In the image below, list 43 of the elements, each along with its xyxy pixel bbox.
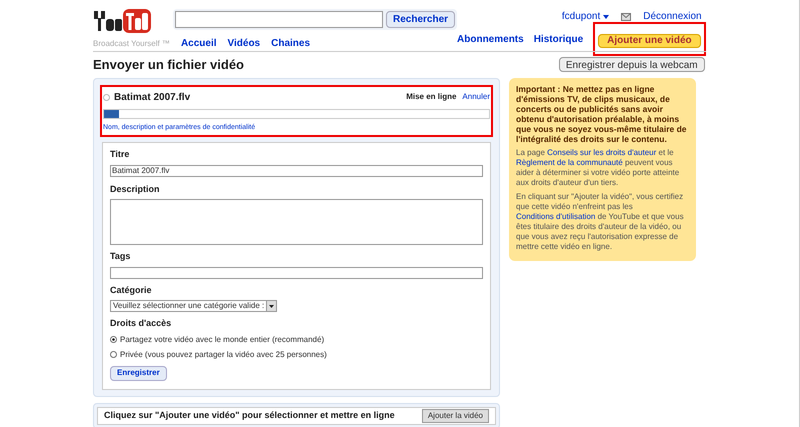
cancel-link[interactable]: Annuler [462,91,490,103]
radio-button[interactable] [110,351,117,358]
upload-status: Mise en ligne [406,91,456,103]
bottom-instruction: Cliquez sur "Ajouter une vidéo" pour sélectionner et mettre en ligne [104,408,395,422]
nav-link[interactable]: Accueil [180,36,217,51]
spinner-icon [103,94,110,100]
notice-paragraph: Important : Ne mettez pas en ligne d'émissions TV, de clips musicaux, de concerts ou de publicités sans avoir obtenu d'autorisation préalable, à moins que vous ne soyez vous-même titulaire de l'intégralité des droits sur le contenu. [516,84,688,144]
notice-paragraph: En cliquant sur "Ajouter la vidéo", vous certifiez que cette vidéo n'enfreint pas les Conditions d'utilisation de YouTube et que vous êtes titulaire des droits d'auteur de la vidéo, ou que vous avez reçu l'autorisation expresse de mettre cette vidéo en ligne. [516,192,685,252]
add-video-button[interactable]: Ajouter la vidéo [422,408,489,422]
description-field[interactable] [110,199,483,245]
radio-button[interactable] [110,336,117,343]
search-button[interactable]: Rechercher [386,11,456,28]
notice-paragraph: La page Conseils sur les droits d'auteur et le Règlement de la communauté peuvent vous aider à déterminer si votre vidéo porte atteinte aux droits d'auteur d'un tiers. [516,148,680,188]
field-label: Titre [110,148,130,161]
save-button[interactable]: Enregistrer [110,366,167,380]
user-menu[interactable]: fcdupont [562,9,610,24]
caret-icon [603,14,610,18]
add-video-button[interactable]: Ajouter une vidéo [598,34,701,48]
notice-link[interactable]: Règlement de la communauté [516,158,623,166]
search-field[interactable] [175,11,383,28]
file-name: Batimat 2007.flv [114,90,190,104]
nav-link[interactable]: Chaines [271,36,310,51]
field-label: Catégorie [110,284,153,297]
field-label: Tags [110,250,132,263]
dropdown-arrow-icon [269,304,274,308]
tagline: Broadcast Yourself ™ [93,38,170,50]
tags-field[interactable] [110,266,483,278]
notice-link[interactable]: Conseils sur les droits d'auteur [547,148,656,156]
mail-icon[interactable] [621,12,632,20]
nav-link[interactable]: Vidéos [228,36,260,51]
field-label: Droits d'accès [110,317,172,330]
category-dropdown[interactable]: Veuillez sélectionner une catégorie valide : [110,300,278,312]
title-field[interactable]: Batimat 2007.flv [110,164,483,176]
webcam-button[interactable]: Enregistrer depuis la webcam [558,57,705,72]
radio-label: Partagez votre vidéo avec le monde entier (recommandé) [120,334,324,346]
logout-link[interactable]: Déconnexion [643,9,702,24]
page-title: Envoyer un fichier vidéo [93,56,244,74]
radio-label: Privée (vous pouvez partager la vidéo avec 25 personnes) [120,348,327,360]
field-label: Description [110,182,161,196]
logo[interactable] [93,8,151,34]
nav-link[interactable]: Abonnements [457,32,524,46]
nav-link[interactable]: Historique [534,32,584,46]
notice-link[interactable]: Conditions d'utilisation [516,212,596,220]
